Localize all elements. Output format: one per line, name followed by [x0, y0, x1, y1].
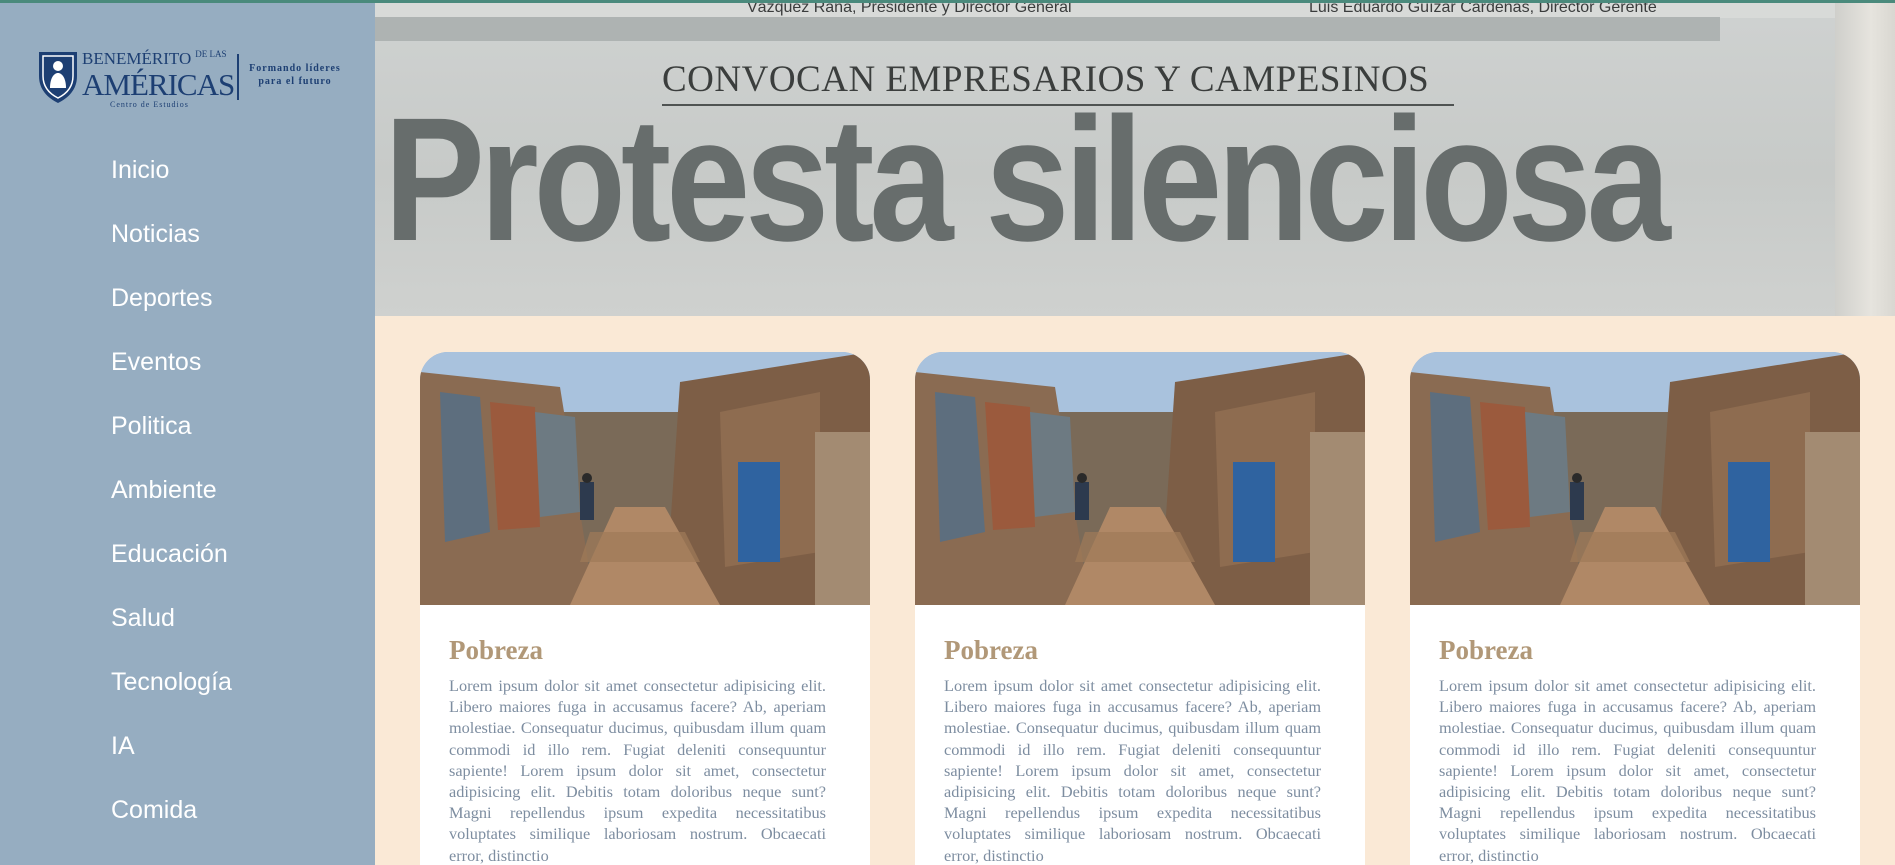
nav-item-comida[interactable]: Comida	[111, 790, 232, 854]
crest-icon	[39, 52, 77, 103]
nav-item-educacion[interactable]: Educación	[111, 534, 232, 598]
logo-divider	[237, 54, 239, 100]
hero-headline: Protesta silenciosa	[384, 82, 1671, 278]
logo-line2: AMÉRICAS	[82, 67, 235, 102]
logo-tagline: Formando líderes para el futuro	[249, 63, 341, 87]
card-title[interactable]: Pobreza	[944, 635, 1038, 666]
nav-item-tecnologia[interactable]: Tecnología	[111, 662, 232, 726]
slum-street-photo	[915, 352, 1365, 605]
card-text: Lorem ipsum dolor sit amet consectetur a…	[449, 676, 826, 865]
logo-wordmark: BENEMÉRITO DE LAS AMÉRICAS Centro de Est…	[82, 49, 235, 109]
nav-item-inicio[interactable]: Inicio	[111, 150, 232, 214]
nav-item-salud[interactable]: Salud	[111, 598, 232, 662]
nav-item-deportes[interactable]: Deportes	[111, 278, 232, 342]
card-text: Lorem ipsum dolor sit amet consectetur a…	[944, 676, 1321, 865]
school-logo[interactable]: BENEMÉRITO DE LAS AMÉRICAS Centro de Est…	[36, 48, 346, 110]
hero-paper-edge	[1835, 0, 1895, 316]
card-text: Lorem ipsum dolor sit amet consectetur a…	[1439, 676, 1816, 865]
logo-line1-small: DE LAS	[195, 49, 227, 59]
nav-item-ia[interactable]: IA	[111, 726, 232, 790]
main-nav: Inicio Noticias Deportes Eventos Politic…	[111, 150, 232, 854]
nav-item-ambiente[interactable]: Ambiente	[111, 470, 232, 534]
news-card[interactable]: Pobreza Lorem ipsum dolor sit amet conse…	[1410, 352, 1860, 865]
top-accent-line	[0, 0, 1895, 3]
slum-street-photo	[420, 352, 870, 605]
card-title[interactable]: Pobreza	[1439, 635, 1533, 666]
news-card[interactable]: Pobreza Lorem ipsum dolor sit amet conse…	[915, 352, 1365, 865]
nav-item-politica[interactable]: Politica	[111, 406, 232, 470]
hero-newspaper-image: Vázquez Raña, Presidente y Director Gene…	[375, 0, 1895, 316]
news-card[interactable]: Pobreza Lorem ipsum dolor sit amet conse…	[420, 352, 870, 865]
card-title[interactable]: Pobreza	[449, 635, 543, 666]
nav-item-eventos[interactable]: Eventos	[111, 342, 232, 406]
nav-item-noticias[interactable]: Noticias	[111, 214, 232, 278]
slum-street-photo	[1410, 352, 1860, 605]
logo-line1: BENEMÉRITO	[82, 49, 192, 68]
logo-line3: Centro de Estudios	[110, 100, 189, 109]
hero-gray-bar	[375, 17, 1720, 41]
sidebar: BENEMÉRITO DE LAS AMÉRICAS Centro de Est…	[0, 0, 375, 865]
